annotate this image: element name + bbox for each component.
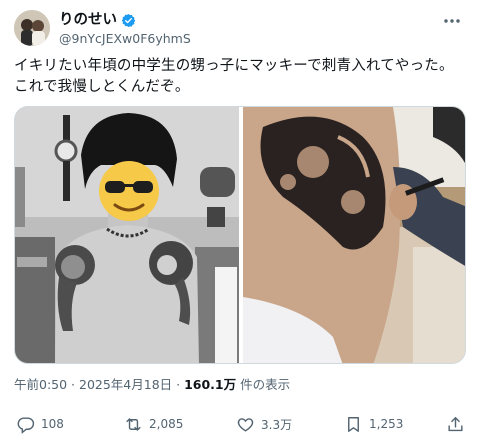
verified-badge-icon <box>121 13 136 28</box>
meta-separator: · <box>67 377 79 392</box>
tweet-meta: 午前0:50 · 2025年4月18日 · 160.1万 件の表示 <box>14 377 290 393</box>
display-name-row[interactable]: りのせい <box>59 11 191 30</box>
reply-button[interactable]: 108 <box>16 413 64 435</box>
reply-icon <box>17 416 35 434</box>
photo-right[interactable] <box>243 107 465 363</box>
handle[interactable]: @9nYcJEXw0F6yhmS <box>59 31 191 47</box>
more-icon[interactable] <box>442 14 462 28</box>
reply-count: 108 <box>41 417 64 431</box>
tweet-text: イキリたい年頃の中学生の甥っ子にマッキーで刺青入れてやった。これで我慢しとくんだ… <box>14 58 454 95</box>
photo-left[interactable] <box>15 107 239 363</box>
like-button[interactable]: 3.3万 <box>236 413 292 435</box>
repost-count: 2,085 <box>149 417 184 431</box>
like-icon <box>237 417 254 432</box>
action-bar: 108 2,085 3.3万 1,253 <box>14 413 466 437</box>
share-button[interactable] <box>446 413 465 435</box>
repost-button[interactable]: 2,085 <box>124 413 183 435</box>
share-icon <box>448 416 463 431</box>
like-count: 3.3万 <box>261 417 293 432</box>
media-grid <box>14 106 466 364</box>
post-time[interactable]: 午前0:50 <box>14 377 67 392</box>
bookmark-icon <box>348 416 359 432</box>
post-date[interactable]: 2025年4月18日 <box>79 377 172 392</box>
views-count: 160.1万 <box>184 377 237 392</box>
bookmark-button[interactable]: 1,253 <box>344 413 403 435</box>
display-name[interactable]: りのせい <box>59 11 117 30</box>
avatar[interactable] <box>14 10 50 46</box>
tweet-header: りのせい @9nYcJEXw0F6yhmS <box>14 10 466 50</box>
views-label: 件の表示 <box>240 377 291 392</box>
repost-icon <box>126 417 141 431</box>
bookmark-count: 1,253 <box>369 417 404 431</box>
meta-separator: · <box>172 377 185 392</box>
